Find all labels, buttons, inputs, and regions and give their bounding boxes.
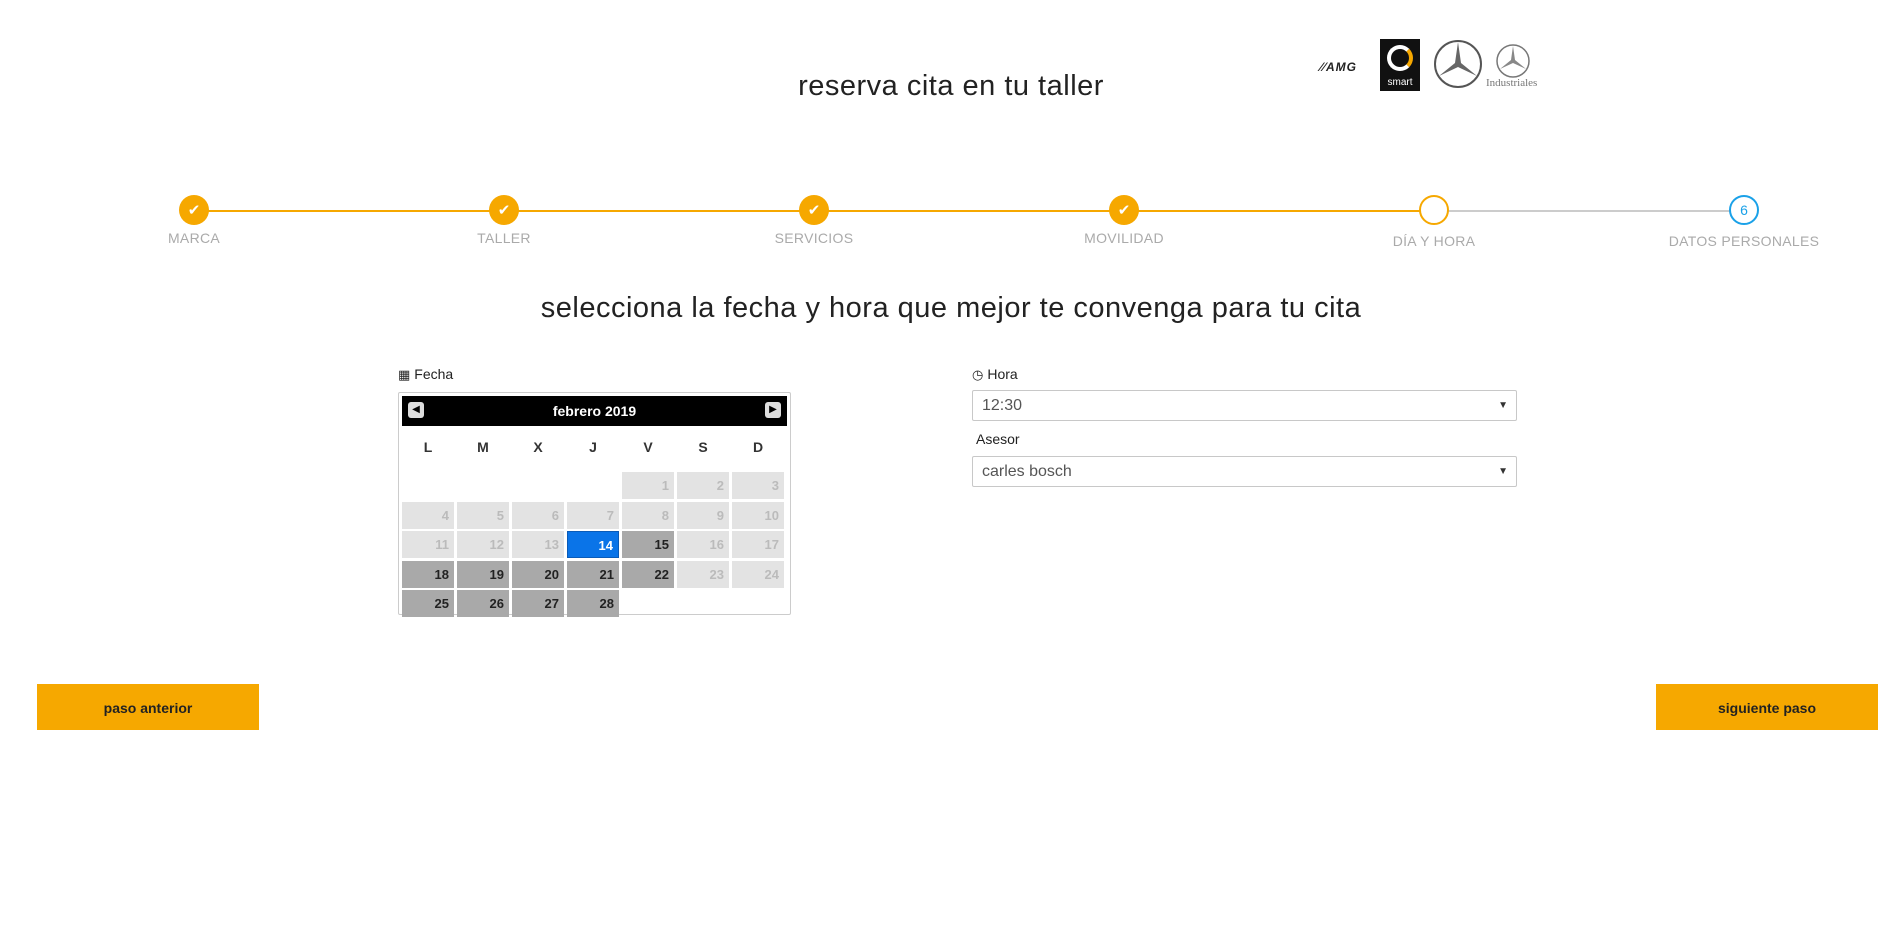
calendar-day: 1: [622, 472, 674, 499]
check-icon: ✔: [179, 195, 209, 225]
hora-label-text: Hora: [987, 366, 1018, 382]
check-icon: ✔: [489, 195, 519, 225]
calendar-day: 17: [732, 531, 784, 558]
calendar-day: 8: [622, 501, 674, 529]
smart-logo-text: smart: [1387, 77, 1413, 88]
calendar-day: 11: [402, 531, 454, 558]
calendar-day: 3: [732, 472, 784, 499]
fecha-label-text: Fecha: [414, 366, 454, 382]
calendar-day: 7: [567, 501, 619, 529]
current-step-circle: [1419, 195, 1449, 225]
hora-select[interactable]: 12:30 ▼: [972, 390, 1517, 421]
asesor-label: Asesor: [976, 431, 1020, 447]
check-icon: ✔: [1109, 195, 1139, 225]
weekday-header: J: [589, 439, 597, 455]
calendar-day: 2: [677, 472, 729, 499]
section-subtitle: selecciona la fecha y hora que mejor te …: [540, 292, 1362, 324]
step-datos-personales: 6 DATOS PERSONALES: [1644, 195, 1844, 249]
calendar-day: 23: [677, 560, 729, 588]
weekday-header: M: [477, 439, 489, 455]
caret-down-icon: ▼: [1498, 466, 1508, 477]
calendar-day: 13: [512, 531, 564, 558]
calendar-month-label: febrero 2019: [552, 403, 637, 419]
step-marca[interactable]: ✔ MARCA: [94, 195, 294, 246]
asesor-select-value: carles bosch: [982, 463, 1072, 480]
check-icon: ✔: [799, 195, 829, 225]
step-label: SERVICIOS: [774, 230, 854, 246]
weekday-header: L: [423, 439, 433, 455]
calendar-day-selected[interactable]: 14: [567, 531, 619, 558]
fecha-label: ▦ Fecha: [398, 366, 453, 383]
hora-label: ◷ Hora: [972, 366, 1018, 383]
progress-stepper: ✔ MARCA ✔ TALLER ✔ SERVICIOS ✔ MOVILIDAD…: [0, 195, 1902, 265]
mercedes-star-small-logo: [1495, 43, 1531, 79]
calendar-day[interactable]: 26: [457, 590, 509, 617]
step-dia-y-hora: DÍA Y HORA: [1334, 195, 1534, 249]
step-label: DÍA Y HORA: [1392, 233, 1476, 249]
step-number: 6: [1729, 195, 1759, 225]
calendar-day: 10: [732, 501, 784, 529]
calendar-day: 5: [457, 501, 509, 529]
mercedes-star-logo: [1433, 39, 1483, 89]
calendar-header: ◀ febrero 2019 ▶: [402, 396, 787, 426]
calendar-day[interactable]: 19: [457, 560, 509, 588]
prev-step-button[interactable]: paso anterior: [37, 684, 259, 730]
calendar-day: 24: [732, 560, 784, 588]
caret-down-icon: ▼: [1498, 400, 1508, 411]
step-label: MARCA: [167, 230, 221, 246]
calendar-day: 12: [457, 531, 509, 558]
calendar-day[interactable]: 28: [567, 590, 619, 617]
step-taller[interactable]: ✔ TALLER: [404, 195, 604, 246]
calendar-day[interactable]: 27: [512, 590, 564, 617]
calendar-day: 4: [402, 501, 454, 529]
clock-icon: ◷: [972, 367, 984, 382]
step-label: MOVILIDAD: [1084, 230, 1164, 246]
page-title: reserva cita en tu taller: [798, 70, 1104, 102]
chevron-left-icon[interactable]: ◀: [408, 402, 424, 418]
calendar-day[interactable]: 15: [622, 531, 674, 558]
date-picker[interactable]: ◀ febrero 2019 ▶ L M X J V S D 1 2 3 4 5 6 7 8 9 10 11 12 1…: [398, 392, 791, 617]
weekday-header: X: [533, 439, 543, 455]
calendar-day[interactable]: 21: [567, 560, 619, 588]
weekday-header: S: [698, 439, 708, 455]
amg-logo: ⁄⁄AMG: [1320, 60, 1358, 74]
weekday-header: D: [752, 439, 764, 455]
next-step-button[interactable]: siguiente paso: [1656, 684, 1878, 730]
calendar-day[interactable]: 22: [622, 560, 674, 588]
hora-select-value: 12:30: [982, 397, 1023, 414]
calendar-day[interactable]: 18: [402, 560, 454, 588]
step-label: DATOS PERSONALES: [1668, 233, 1820, 249]
calendar-day: 6: [512, 501, 564, 529]
chevron-right-icon[interactable]: ▶: [765, 402, 781, 418]
calendar-day[interactable]: 20: [512, 560, 564, 588]
calendar-day: 16: [677, 531, 729, 558]
industriales-label: Industriales: [1486, 77, 1538, 89]
calendar-day[interactable]: 25: [402, 590, 454, 617]
step-servicios[interactable]: ✔ SERVICIOS: [714, 195, 914, 246]
calendar-day: 9: [677, 501, 729, 529]
step-label: TALLER: [477, 230, 531, 246]
asesor-select[interactable]: carles bosch ▼: [972, 456, 1517, 487]
smart-logo: smart: [1380, 39, 1420, 91]
calendar-icon: ▦: [398, 367, 411, 382]
weekday-header: V: [643, 439, 653, 455]
step-movilidad[interactable]: ✔ MOVILIDAD: [1024, 195, 1224, 246]
